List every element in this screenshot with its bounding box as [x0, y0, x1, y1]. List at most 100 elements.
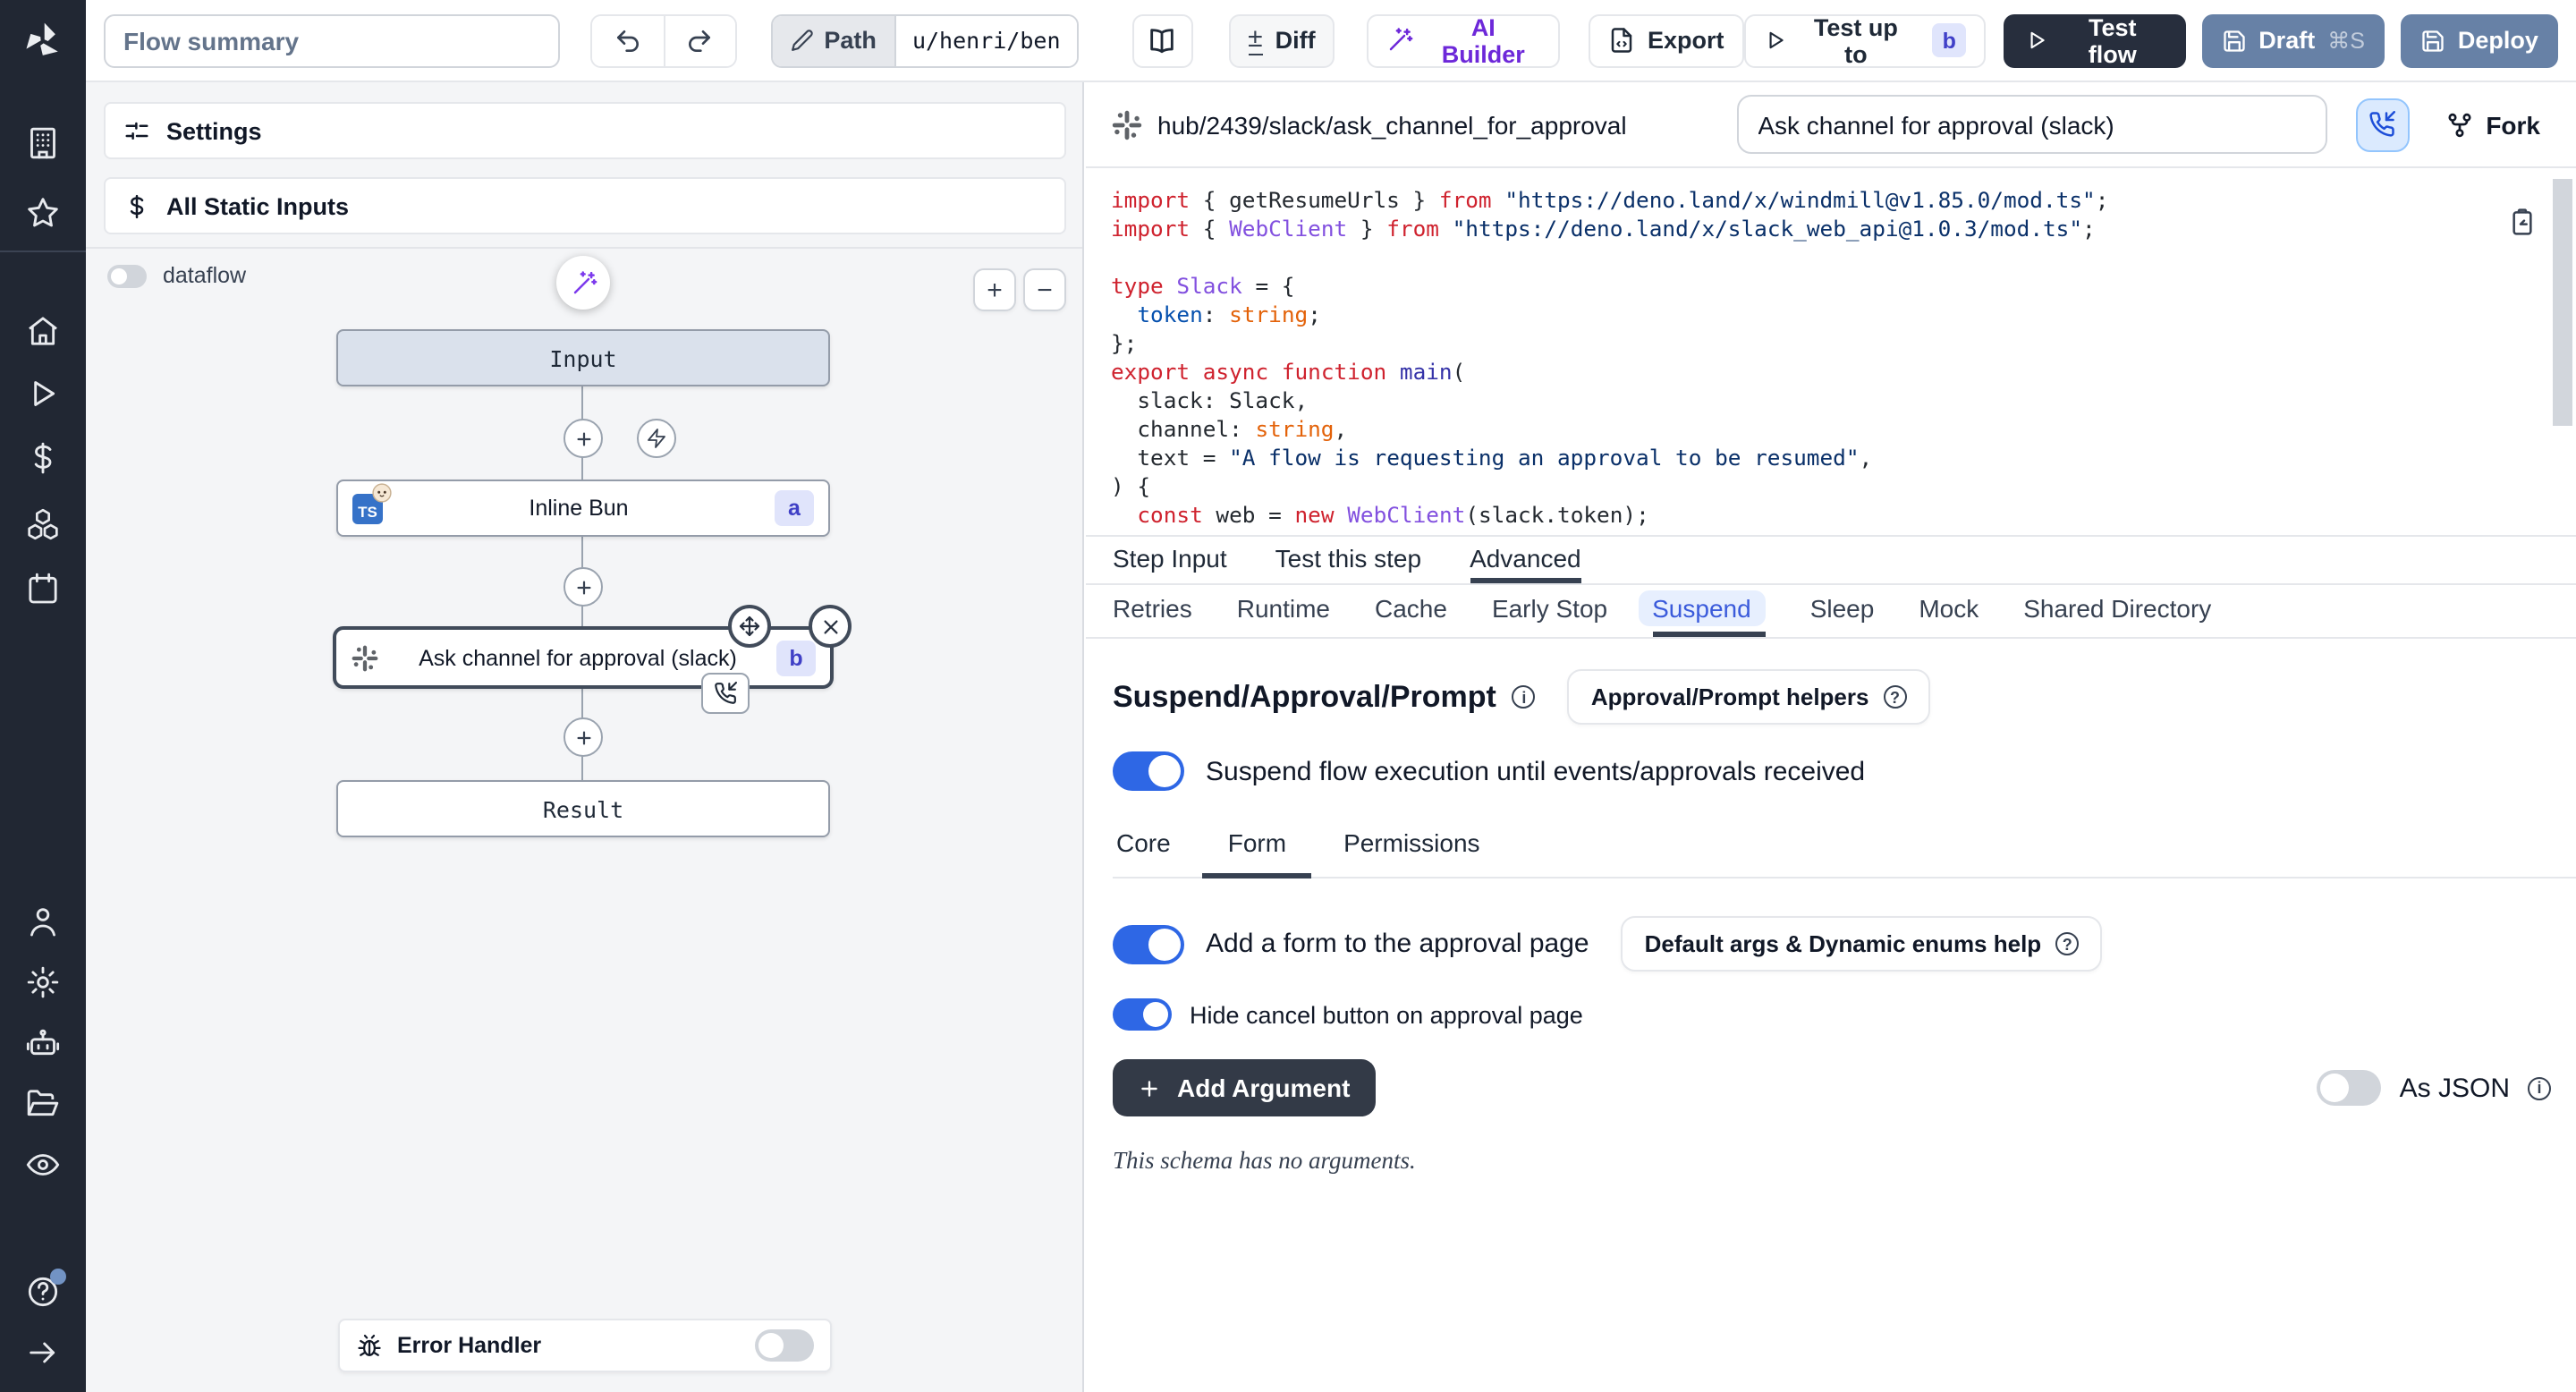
tab-suspend[interactable]: Suspend	[1652, 585, 1766, 637]
result-node[interactable]: Result	[336, 780, 830, 837]
approval-helpers-label: Approval/Prompt helpers	[1591, 683, 1869, 710]
undo-button[interactable]	[592, 15, 664, 65]
move-node-button[interactable]	[728, 605, 771, 648]
schedules-calendar-icon[interactable]	[25, 571, 61, 607]
export-button[interactable]: Export	[1589, 13, 1744, 67]
workspace-icon[interactable]	[25, 125, 61, 161]
info-icon[interactable]: i	[1513, 685, 1536, 709]
add-form-toggle-label: Add a form to the approval page	[1206, 929, 1589, 959]
help-icon[interactable]	[25, 1274, 61, 1310]
path-button[interactable]: Path	[772, 15, 894, 65]
draft-button[interactable]: Draft ⌘S	[2201, 13, 2385, 67]
tab-cache[interactable]: Cache	[1375, 585, 1447, 637]
code-line: text = "A flow is requesting an approval…	[1111, 444, 2522, 472]
home-icon[interactable]	[25, 313, 61, 349]
ai-flow-wand-button[interactable]	[556, 256, 610, 310]
add-argument-button[interactable]: Add Argument	[1113, 1059, 1375, 1116]
advanced-tabs: Retries Runtime Cache Early Stop Suspend…	[1086, 585, 2576, 639]
magic-wand-icon	[1387, 27, 1414, 54]
hide-cancel-label: Hide cancel button on approval page	[1190, 1001, 1583, 1028]
code-scrollbar[interactable]	[2553, 168, 2572, 535]
export-file-icon	[1608, 27, 1635, 54]
code-editor[interactable]: import { getResumeUrls } from "https://d…	[1086, 168, 2576, 537]
step-b-badge: b	[776, 640, 816, 675]
tab-sleep[interactable]: Sleep	[1810, 585, 1875, 637]
error-handler-toggle[interactable]	[755, 1329, 814, 1362]
add-form-toggle[interactable]	[1113, 924, 1184, 963]
suspend-toggle-label: Suspend flow execution until events/appr…	[1206, 756, 1865, 786]
zoom-out-button[interactable]: −	[1023, 268, 1066, 311]
users-icon[interactable]	[25, 904, 61, 939]
ai-builder-button[interactable]: AI Builder	[1368, 13, 1560, 67]
docs-button[interactable]	[1131, 13, 1192, 67]
zoom-in-button[interactable]: +	[973, 268, 1016, 311]
hub-script-path[interactable]: hub/2439/slack/ask_channel_for_approval	[1157, 110, 1627, 139]
error-handler-bar[interactable]: Error Handler	[338, 1319, 832, 1372]
step-summary-input[interactable]	[1736, 95, 2326, 154]
add-step-button[interactable]	[564, 419, 603, 458]
as-json-toggle[interactable]	[2318, 1070, 2382, 1106]
plus-icon	[573, 577, 593, 597]
workers-bot-icon[interactable]	[25, 1025, 61, 1061]
tab-step-input[interactable]: Step Input	[1113, 537, 1227, 583]
runs-icon[interactable]	[25, 376, 61, 412]
as-json-label: As JSON	[2400, 1073, 2510, 1103]
settings-gear-icon[interactable]	[25, 964, 61, 1000]
tab-permissions[interactable]: Permissions	[1318, 828, 1505, 878]
add-trigger-button[interactable]	[637, 419, 676, 458]
result-node-label: Result	[352, 795, 814, 822]
fork-label: Fork	[2486, 110, 2540, 139]
suspend-flow-toggle[interactable]	[1113, 751, 1184, 791]
redo-button[interactable]	[663, 15, 734, 65]
folders-icon[interactable]	[25, 1086, 61, 1122]
tab-retries[interactable]: Retries	[1113, 585, 1192, 637]
audit-eye-icon[interactable]	[25, 1147, 61, 1183]
collapse-arrow-icon[interactable]	[25, 1335, 61, 1371]
add-step-button[interactable]	[564, 567, 603, 607]
tab-shared-directory[interactable]: Shared Directory	[2023, 585, 2211, 637]
undo-redo-group	[590, 13, 737, 67]
delete-node-button[interactable]	[809, 605, 852, 648]
git-fork-icon	[2445, 110, 2473, 139]
tab-form[interactable]: Form	[1203, 828, 1311, 878]
path-value[interactable]: u/henri/ben	[894, 15, 1077, 65]
default-args-help-button[interactable]: Default args & Dynamic enums help ?	[1622, 916, 2103, 972]
test-flow-button[interactable]: Test flow	[2004, 13, 2185, 67]
info-icon[interactable]: i	[2528, 1076, 2551, 1099]
approval-helpers-button[interactable]: Approval/Prompt helpers ?	[1568, 669, 1930, 725]
tab-test-this-step[interactable]: Test this step	[1275, 537, 1421, 583]
tab-core[interactable]: Core	[1113, 828, 1196, 878]
static-inputs-bar[interactable]: All Static Inputs	[104, 177, 1066, 234]
node-suspend-indicator	[701, 673, 750, 714]
resources-icon[interactable]	[25, 506, 61, 542]
step-header: hub/2439/slack/ask_channel_for_approval …	[1086, 82, 2576, 168]
lightning-icon	[646, 428, 667, 449]
tab-runtime[interactable]: Runtime	[1237, 585, 1330, 637]
move-icon	[739, 615, 760, 637]
variables-dollar-icon[interactable]	[25, 440, 61, 476]
diff-icon: ±	[1248, 25, 1262, 55]
dataflow-toggle[interactable]	[107, 264, 147, 287]
tab-advanced[interactable]: Advanced	[1470, 537, 1581, 583]
inline-bun-node[interactable]: TS Inline Bun a	[336, 480, 830, 537]
bug-icon	[356, 1332, 383, 1359]
favorites-star-icon[interactable]	[25, 195, 61, 231]
copy-code-button[interactable]	[2508, 208, 2537, 236]
flow-settings-bar[interactable]: Settings	[104, 102, 1066, 159]
code-line: export async function main(	[1111, 358, 2522, 386]
add-step-button[interactable]	[564, 717, 603, 757]
deploy-button[interactable]: Deploy	[2401, 13, 2558, 67]
hide-cancel-toggle[interactable]	[1113, 998, 1172, 1031]
add-argument-label: Add Argument	[1177, 1074, 1350, 1102]
flow-summary-input[interactable]	[104, 13, 560, 67]
test-up-to-button[interactable]: Test up to b	[1744, 13, 1987, 67]
input-node[interactable]: Input	[336, 329, 830, 386]
fork-button[interactable]: Fork	[2445, 110, 2540, 139]
code-scrollbar-thumb[interactable]	[2553, 179, 2572, 426]
tab-early-stop[interactable]: Early Stop	[1492, 585, 1607, 637]
windmill-logo[interactable]	[0, 0, 86, 82]
suspend-indicator-button[interactable]	[2355, 98, 2409, 151]
diff-button[interactable]: ± Diff	[1228, 13, 1335, 67]
tab-mock[interactable]: Mock	[1919, 585, 1979, 637]
code-line: channel: string,	[1111, 415, 2522, 444]
